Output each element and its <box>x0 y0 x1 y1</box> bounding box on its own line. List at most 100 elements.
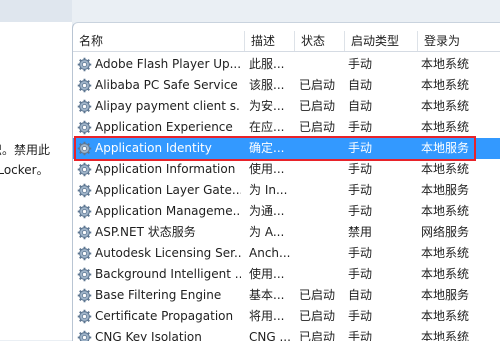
service-name: Application Identity <box>95 138 241 159</box>
service-row[interactable]: Background Intelligent ...使用...手动本地系统 <box>73 264 500 285</box>
service-startup-type: 自动 <box>348 75 414 96</box>
service-startup-type: 禁用 <box>348 222 414 243</box>
service-description: 确定... <box>249 138 293 159</box>
service-description: CNG ... <box>249 327 293 341</box>
service-row[interactable]: Application Layer Gate...为 In...手动本地服务 <box>73 180 500 201</box>
service-row[interactable]: Application Manageme...为通...手动本地系统 <box>73 201 500 222</box>
service-name: Application Layer Gate... <box>95 180 241 201</box>
service-description: Anch... <box>249 243 293 264</box>
service-name: Alipay payment client s... <box>95 96 241 117</box>
service-status <box>299 138 343 159</box>
service-startup-type: 手动 <box>348 117 414 138</box>
service-name: Alibaba PC Safe Service <box>95 75 241 96</box>
service-logon-as: 本地服务 <box>421 285 495 306</box>
service-name: Certificate Propagation <box>95 306 241 327</box>
description-text: 识。禁用此 oLocker。 <box>0 140 70 180</box>
description-pane: 识。禁用此 oLocker。 <box>0 0 72 340</box>
services-list: 名称 描述 状态 启动类型 登录为 Adobe Flash Player Up.… <box>72 22 500 341</box>
service-gear-icon <box>77 99 92 114</box>
service-startup-type: 手动 <box>348 54 414 75</box>
service-description: 在应... <box>249 117 293 138</box>
service-status: 已启动 <box>299 117 343 138</box>
service-gear-icon <box>77 183 92 198</box>
column-header-startup-type[interactable]: 启动类型 <box>345 31 418 51</box>
column-header-description[interactable]: 描述 <box>245 31 295 51</box>
service-row[interactable]: Adobe Flash Player Up... 此服... 手动本地系统 <box>73 54 500 75</box>
service-row[interactable]: CNG Key Isolation CNG ... 已启动手动本地系统 <box>73 327 500 341</box>
service-status: 已启动 <box>299 327 343 341</box>
service-status <box>299 201 343 222</box>
service-logon-as: 本地服务 <box>421 180 495 201</box>
service-startup-type: 手动 <box>348 306 414 327</box>
service-description: 此服... <box>249 54 293 75</box>
description-line-1: 识。禁用此 <box>0 140 70 160</box>
service-logon-as: 本地系统 <box>421 117 495 138</box>
service-startup-type: 手动 <box>348 159 414 180</box>
service-description: 为通... <box>249 201 293 222</box>
service-row[interactable]: Autodesk Licensing Ser... Anch... 手动本地系统 <box>73 243 500 264</box>
service-logon-as: 本地系统 <box>421 75 495 96</box>
service-row[interactable]: Base Filtering Engine基本...已启动自动本地服务 <box>73 285 500 306</box>
service-name: Autodesk Licensing Ser... <box>95 243 241 264</box>
service-row[interactable]: Application Identity确定...手动本地服务 <box>73 138 500 159</box>
service-description: 基本... <box>249 285 293 306</box>
column-header: 名称 描述 状态 启动类型 登录为 <box>73 31 500 52</box>
service-row[interactable]: ASP.NET 状态服务为 A... 禁用网络服务 <box>73 222 500 243</box>
service-gear-icon <box>77 120 92 135</box>
service-startup-type: 手动 <box>348 327 414 341</box>
service-name: Application Manageme... <box>95 201 241 222</box>
service-description: 该服... <box>249 75 293 96</box>
service-status: 已启动 <box>299 306 343 327</box>
service-status <box>299 243 343 264</box>
service-row[interactable]: Alipay payment client s...为安...已启动自动本地系统 <box>73 96 500 117</box>
service-logon-as: 本地系统 <box>421 54 495 75</box>
service-status <box>299 159 343 180</box>
service-logon-as: 本地系统 <box>421 264 495 285</box>
service-gear-icon <box>77 141 92 156</box>
service-status <box>299 264 343 285</box>
service-startup-type: 自动 <box>348 285 414 306</box>
description-line-2: oLocker。 <box>0 160 70 180</box>
service-startup-type: 手动 <box>348 138 414 159</box>
service-row[interactable]: Certificate Propagation 将用... 已启动手动本地系统 <box>73 306 500 327</box>
service-startup-type: 手动 <box>348 180 414 201</box>
service-logon-as: 网络服务 <box>421 222 495 243</box>
service-logon-as: 本地系统 <box>421 159 495 180</box>
column-header-status[interactable]: 状态 <box>295 31 345 51</box>
service-startup-type: 手动 <box>348 243 414 264</box>
service-name: Application Experience <box>95 117 241 138</box>
service-gear-icon <box>77 309 92 324</box>
service-gear-icon <box>77 204 92 219</box>
service-description: 使用... <box>249 264 293 285</box>
service-name: ASP.NET 状态服务 <box>95 222 241 243</box>
service-name: Adobe Flash Player Up... <box>95 54 241 75</box>
service-gear-icon <box>77 267 92 282</box>
service-status: 已启动 <box>299 96 343 117</box>
service-description: 使用... <box>249 159 293 180</box>
column-header-name[interactable]: 名称 <box>73 31 245 51</box>
service-logon-as: 本地系统 <box>421 306 495 327</box>
service-gear-icon <box>77 162 92 177</box>
service-gear-icon <box>77 225 92 240</box>
service-gear-icon <box>77 78 92 93</box>
service-description: 为 A... <box>249 222 293 243</box>
service-status <box>299 222 343 243</box>
service-logon-as: 本地系统 <box>421 327 495 341</box>
service-status <box>299 54 343 75</box>
service-name: Base Filtering Engine <box>95 285 241 306</box>
service-status: 已启动 <box>299 75 343 96</box>
service-row[interactable]: Application Information使用...手动本地系统 <box>73 159 500 180</box>
service-gear-icon <box>77 246 92 261</box>
column-header-logon-as[interactable]: 登录为 <box>418 31 500 51</box>
service-name: CNG Key Isolation <box>95 327 241 341</box>
service-row[interactable]: Application Experience 在应... 已启动手动本地系统 <box>73 117 500 138</box>
service-row[interactable]: Alibaba PC Safe Service 该服... 已启动自动本地系统 <box>73 75 500 96</box>
service-status <box>299 180 343 201</box>
service-logon-as: 本地系统 <box>421 243 495 264</box>
service-logon-as: 本地系统 <box>421 96 495 117</box>
service-name: Background Intelligent ... <box>95 264 241 285</box>
service-gear-icon <box>77 288 92 303</box>
service-gear-icon <box>77 57 92 72</box>
service-startup-type: 自动 <box>348 96 414 117</box>
service-description: 将用... <box>249 306 293 327</box>
